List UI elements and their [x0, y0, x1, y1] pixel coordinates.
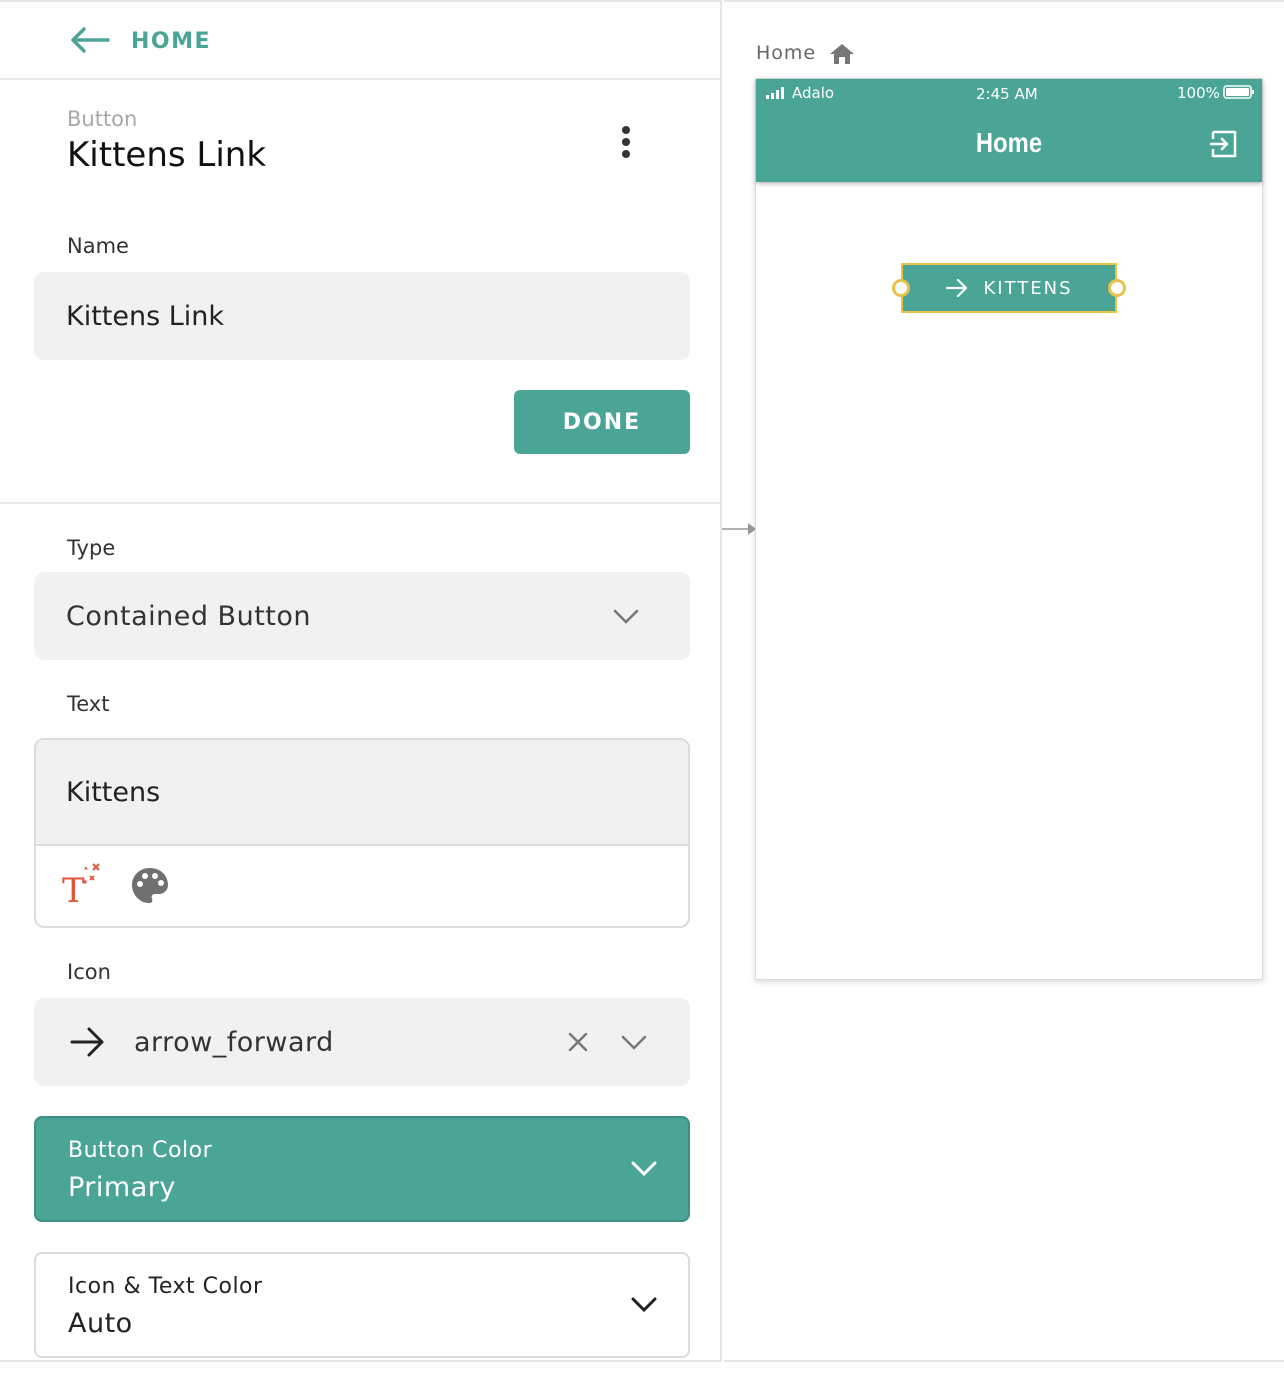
icon-select-value: arrow_forward	[134, 1027, 334, 1058]
canvas-top-border	[724, 0, 1284, 2]
divider	[0, 502, 720, 504]
chevron-down-icon	[631, 1161, 657, 1177]
button-color-select[interactable]: Button Color Primary	[34, 1116, 690, 1222]
more-options-icon[interactable]	[612, 122, 640, 162]
canvas-bottom-border	[724, 1360, 1284, 1362]
chevron-down-icon[interactable]	[620, 1034, 648, 1052]
text-input-value: Kittens	[66, 777, 161, 808]
app-root: HOME Button Kittens Link Name Kittens Li…	[0, 0, 1284, 1380]
resize-handle-right[interactable]	[1108, 279, 1126, 297]
arrow-back-icon[interactable]	[70, 26, 110, 54]
status-carrier: Adalo	[792, 84, 835, 102]
phone-screen-preview[interactable]: Adalo 2:45 AM 100% Home KITTENS	[755, 78, 1263, 980]
kittens-button-label: KITTENS	[983, 277, 1073, 299]
logout-icon[interactable]	[1209, 130, 1239, 158]
arrow-forward-icon	[70, 1027, 104, 1057]
home-icon	[830, 44, 854, 64]
icon-text-color-label: Icon & Text Color	[68, 1274, 263, 1299]
screen-name-label[interactable]: Home	[756, 42, 816, 64]
palette-icon[interactable]	[130, 866, 170, 906]
back-label[interactable]: HOME	[131, 29, 211, 54]
back-nav[interactable]: HOME	[0, 2, 720, 80]
button-color-value: Primary	[68, 1172, 176, 1203]
app-bar[interactable]: Adalo 2:45 AM 100% Home	[756, 79, 1262, 182]
resize-handle-left[interactable]	[892, 279, 910, 297]
component-editor-panel: HOME Button Kittens Link Name Kittens Li…	[0, 0, 722, 1362]
arrow-forward-icon	[946, 278, 968, 298]
status-battery-percent: 100%	[1177, 84, 1220, 102]
text-input[interactable]: Kittens	[36, 740, 688, 846]
status-time: 2:45 AM	[976, 85, 1038, 103]
app-bar-title: Home	[975, 127, 1043, 158]
magic-text-icon[interactable]: T	[60, 862, 104, 906]
text-field-label: Text	[67, 692, 110, 716]
svg-text:T: T	[62, 871, 85, 906]
icon-field-label: Icon	[67, 960, 111, 984]
button-color-label: Button Color	[68, 1138, 213, 1163]
type-select-value: Contained Button	[66, 601, 312, 632]
icon-text-color-select[interactable]: Icon & Text Color Auto	[34, 1252, 690, 1358]
name-input-value: Kittens Link	[66, 301, 225, 332]
battery-icon	[1223, 85, 1254, 99]
type-field-label: Type	[67, 536, 116, 560]
name-field-label: Name	[67, 234, 129, 258]
done-button[interactable]: DONE	[514, 390, 690, 454]
component-name-heading: Kittens Link	[67, 135, 267, 175]
text-field: Kittens T	[34, 738, 690, 928]
type-select[interactable]: Contained Button	[34, 572, 690, 660]
name-input[interactable]: Kittens Link	[34, 272, 690, 360]
component-type-label: Button	[67, 107, 138, 131]
panel-connector-arrow	[722, 523, 756, 535]
kittens-link-button[interactable]: KITTENS	[901, 263, 1117, 313]
chevron-down-icon	[631, 1297, 657, 1313]
icon-select[interactable]: arrow_forward	[34, 998, 690, 1086]
chevron-down-icon	[613, 609, 639, 624]
icon-text-color-value: Auto	[68, 1308, 133, 1339]
signal-icon	[766, 87, 784, 99]
clear-icon[interactable]	[568, 1032, 588, 1052]
